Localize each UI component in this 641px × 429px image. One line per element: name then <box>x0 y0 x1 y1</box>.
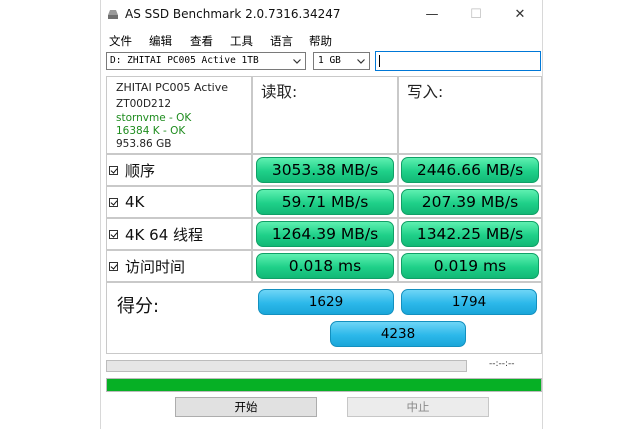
minimize-button[interactable]: — <box>410 0 454 28</box>
drive-select-value: D: ZHITAI PC005 Active 1TB <box>110 55 259 66</box>
size-select[interactable]: 1 GB <box>313 52 370 70</box>
test-seq-toggle[interactable]: 顺序 <box>109 158 155 182</box>
menu-language[interactable]: 语言 <box>270 33 293 49</box>
test-label: 4K <box>125 193 145 211</box>
seq-read-result: 3053.38 MB/s <box>256 157 394 183</box>
drive-select[interactable]: D: ZHITAI PC005 Active 1TB <box>106 52 306 70</box>
size-select-value: 1 GB <box>318 55 341 66</box>
app-icon <box>108 10 118 19</box>
test-label: 顺序 <box>125 161 156 180</box>
4k-read-result: 59.71 MB/s <box>256 189 394 215</box>
test-progress-bar <box>106 360 467 372</box>
checkbox-checked-icon <box>109 229 118 239</box>
total-progress-bar <box>106 378 542 392</box>
drive-firmware: ZT00D212 <box>116 98 172 110</box>
total-score: 4238 <box>330 321 466 347</box>
access-read-result: 0.018 ms <box>256 253 394 279</box>
close-icon: ✕ <box>514 6 526 22</box>
write-header: 写入: <box>407 83 444 101</box>
menu-help[interactable]: 帮助 <box>309 33 332 49</box>
test-access-toggle[interactable]: 访问时间 <box>109 254 185 278</box>
test-label: 访问时间 <box>125 257 186 276</box>
menu-edit[interactable]: 编辑 <box>149 33 172 49</box>
checkbox-checked-icon <box>109 261 118 271</box>
read-header-cell: 读取: <box>252 76 398 154</box>
drive-model: ZHITAI PC005 Active <box>116 81 229 94</box>
maximize-button[interactable]: ☐ <box>454 0 498 28</box>
minimize-icon: — <box>425 6 439 22</box>
search-input[interactable] <box>375 51 541 71</box>
text-caret <box>379 55 380 67</box>
title-bar[interactable]: AS SSD Benchmark 2.0.7316.34247 — ☐ ✕ <box>101 0 544 30</box>
checkbox-checked-icon <box>109 165 118 175</box>
menu-bar: 文件 编辑 查看 工具 语言 帮助 <box>101 30 544 50</box>
test-label: 4K 64 线程 <box>125 225 204 244</box>
maximize-icon: ☐ <box>470 6 482 22</box>
close-button[interactable]: ✕ <box>498 0 542 28</box>
driver-status: stornvme - OK <box>116 112 192 124</box>
stop-button[interactable]: 中止 <box>347 397 489 417</box>
write-score: 1794 <box>401 289 537 315</box>
access-write-result: 0.019 ms <box>401 253 539 279</box>
seq-write-result: 2446.66 MB/s <box>401 157 539 183</box>
alignment-status: 16384 K - OK <box>116 125 186 137</box>
4k64-write-result: 1342.25 MB/s <box>401 221 539 247</box>
score-label: 得分: <box>117 296 160 317</box>
test-4k-toggle[interactable]: 4K <box>109 190 144 214</box>
chevron-down-icon <box>357 59 365 64</box>
chevron-down-icon <box>293 59 301 64</box>
total-progress-fill <box>107 379 541 391</box>
menu-tools[interactable]: 工具 <box>230 33 253 49</box>
read-header: 读取: <box>261 83 298 101</box>
menu-view[interactable]: 查看 <box>190 33 213 49</box>
4k64-read-result: 1264.39 MB/s <box>256 221 394 247</box>
checkbox-checked-icon <box>109 197 118 207</box>
test-4k64-toggle[interactable]: 4K 64 线程 <box>109 222 203 246</box>
read-score: 1629 <box>258 289 394 315</box>
window-title: AS SSD Benchmark 2.0.7316.34247 <box>125 7 341 21</box>
write-header-cell: 写入: <box>398 76 542 154</box>
drive-capacity: 953.86 GB <box>116 138 172 150</box>
4k-write-result: 207.39 MB/s <box>401 189 539 215</box>
app-window: AS SSD Benchmark 2.0.7316.34247 — ☐ ✕ 文件… <box>100 0 543 429</box>
elapsed-time: --:--:-- <box>489 359 515 369</box>
menu-file[interactable]: 文件 <box>109 33 132 49</box>
start-button[interactable]: 开始 <box>175 397 317 417</box>
drive-info-panel: ZHITAI PC005 Active ZT00D212 stornvme - … <box>106 76 252 154</box>
